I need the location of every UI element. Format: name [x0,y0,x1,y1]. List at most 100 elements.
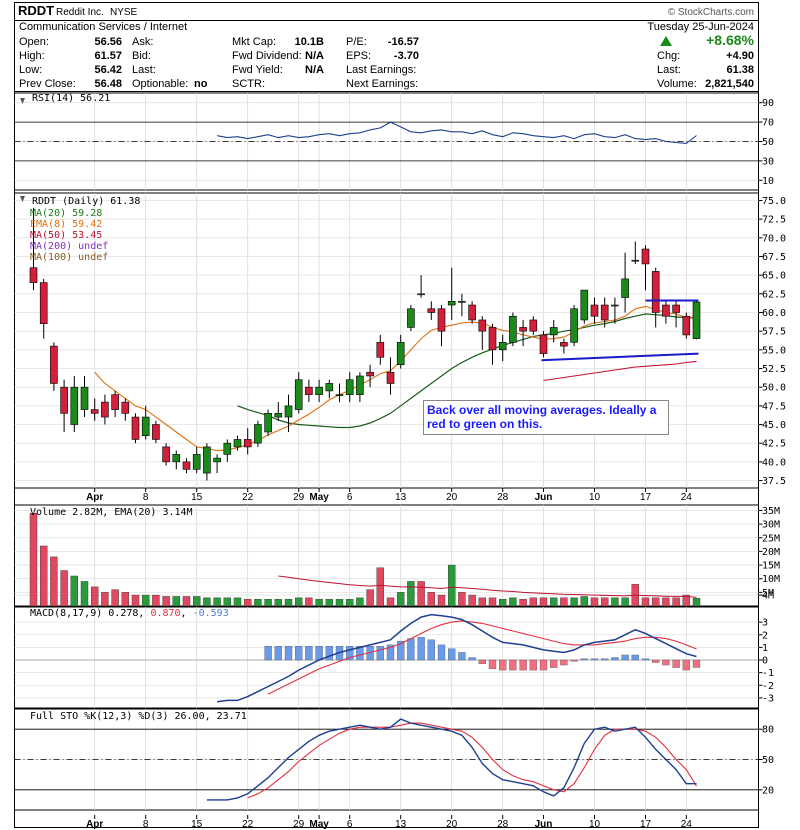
last-price-value: 61.38 [726,64,754,76]
pe-value: -16.57 [388,36,419,48]
x-tick-label: Jun [535,819,553,830]
volume-bar [162,596,170,607]
volume-bar [315,598,323,607]
volume-bar [652,597,660,607]
candle-body [560,342,568,347]
candle-body [101,401,109,418]
stock-chart: RDDT Reddit Inc. NYSE © StockCharts.com … [14,2,786,830]
low-label: Low: [19,64,42,76]
up-arrow-icon [660,36,672,46]
candle-body [366,371,374,377]
x-tick-label: 8 [143,492,149,503]
candle-body [152,424,160,440]
candle-body [121,401,130,414]
volume-tick-label: 20M [762,547,780,558]
price-tick-label: 45.0 [762,420,786,431]
volume-bar [448,564,456,607]
macd-hist-bar [550,659,558,668]
rsi-line [216,121,697,144]
macd-hist-bar [315,645,323,661]
price-tick-label: 67.5 [762,252,786,263]
macd-legend-prefix: MACD(8,17,9) [30,608,108,619]
volume-bar [172,596,181,607]
x-tick-label: May [309,819,329,830]
volume-bar [80,581,89,607]
macd-sep-1: , [138,608,150,619]
candle-body [264,413,272,433]
candle-body [386,371,395,384]
macd-panel: -3-2 -10 1 23 [14,606,774,709]
volume-bar [590,597,599,607]
ask-label: Ask: [132,36,153,48]
macd-hist-bar [611,657,619,661]
volume-bar [356,597,364,607]
candle-body [182,461,191,470]
x-tick-label: 20 [446,819,458,830]
candle-body [590,304,599,317]
volume-bar [621,597,629,607]
macd-hist-bar [529,659,537,671]
volume-bar [427,592,435,607]
volume-bar [478,597,486,607]
macd-hist-bar [284,645,293,661]
volume-bar [407,581,415,607]
candle-body [621,278,629,298]
volume-bar [325,598,333,607]
sto-legend: Full STO %K(12,3) %D(3) 26.00, 23.71 [30,711,247,722]
sto-d-line [247,722,697,799]
candle-body [254,424,262,444]
candle-body [274,413,283,418]
volume-bar [243,598,252,607]
price-tick-label: 42.5 [762,439,786,450]
candle-body [111,394,119,410]
volume-bar [274,598,282,607]
x-tick-label: 28 [497,492,509,503]
volume-bar [488,597,497,607]
volume-bar [90,586,99,607]
candle-body [549,327,558,336]
candle-body [80,386,89,410]
x-tick-label: 6 [347,819,353,830]
volume-bar [29,512,38,607]
volume-bar [335,598,344,607]
annotation-line-2: red to green on this. [427,417,542,431]
candle-body [519,327,527,332]
volume-bar [60,570,68,607]
volume-panel: 4M5M10M15M20M25M30M35M [14,504,780,607]
price-tick-label: 75.0 [762,196,786,207]
candle-body [611,304,619,307]
macd-hist-bar [662,659,670,666]
volume-bar [40,545,48,607]
macd-tick-label: 2 [762,630,768,641]
volume-bar [376,567,384,607]
volume-bar [70,575,79,607]
candle-body [509,315,517,343]
candle-body [427,308,436,313]
price-tick-label: 52.5 [762,364,786,375]
volume-bar [386,597,395,607]
price-tick-label: 70.0 [762,233,786,244]
volume-bar [468,594,476,607]
macd-hist-bar [417,637,425,661]
price-tick-label: 60.0 [762,308,786,319]
candle-body [131,416,140,440]
macd-hist-value: -0.593 [193,608,229,619]
candle-body [203,446,211,474]
annotation-line-1: Back over all moving averages. Ideally a [427,403,657,417]
ma50-line [543,360,697,382]
candle-body [70,386,79,425]
candle-body [498,342,507,351]
symbol: RDDT [18,3,54,18]
ma50-label: MA(50) 53.45 [30,230,102,241]
macd-hist-bar [519,659,527,671]
candle-body [172,454,181,463]
fwd-dividend-label: Fwd Dividend: [232,50,302,62]
candle-body [90,409,99,414]
volume-bar [641,597,650,607]
volume-bar [458,592,466,607]
ema8-label: EMA(8) 59.42 [30,219,102,230]
macd-hist-bar [509,659,517,671]
macd-hist-bar [407,638,415,661]
macd-hist-bar [427,639,435,661]
candle-body [458,300,466,303]
